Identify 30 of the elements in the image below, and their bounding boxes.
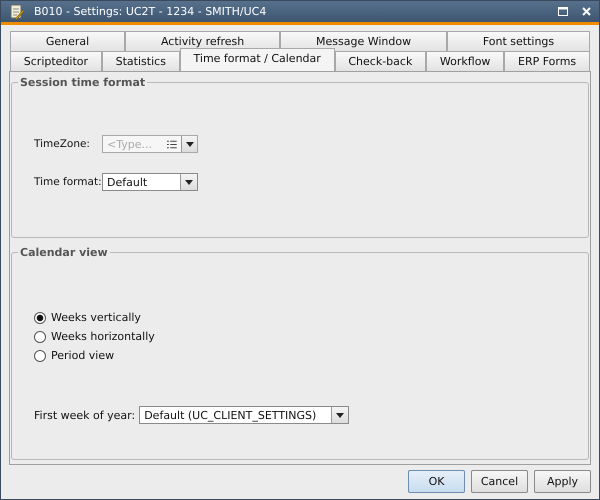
field-label: TimeZone:: [34, 138, 91, 150]
time-format-select[interactable]: Default: [102, 173, 198, 191]
tab[interactable]: General: [10, 31, 126, 51]
tab[interactable]: Statistics: [102, 51, 180, 71]
tab[interactable]: Workflow: [426, 51, 504, 71]
tab[interactable]: Scripteditor: [10, 51, 102, 71]
maximize-icon[interactable]: [558, 7, 568, 16]
tab[interactable]: ERP Forms: [504, 51, 590, 71]
radio-button[interactable]: [34, 312, 46, 324]
tab[interactable]: Font settings: [446, 31, 590, 51]
radio-button[interactable]: [34, 350, 46, 362]
dialog-button[interactable]: OK: [408, 470, 465, 493]
group-title: Session time format: [19, 76, 146, 89]
window-title: B010 - Settings: UC2T - 1234 - SMITH/UC4: [34, 5, 266, 18]
tab[interactable]: Message Window: [280, 31, 447, 51]
radio-option[interactable]: Weeks horizontally: [34, 330, 566, 343]
close-icon[interactable]: [582, 7, 591, 16]
radio-button[interactable]: [34, 330, 46, 342]
dialog-button[interactable]: Apply: [534, 470, 591, 493]
field-label: First week of year:: [34, 408, 136, 422]
field-label: Time format:: [34, 176, 102, 188]
tab[interactable]: Activity refresh: [125, 31, 280, 51]
tab[interactable]: Time format / Calendar: [180, 48, 335, 71]
notepad-pencil-icon: [10, 4, 24, 20]
first-week-select[interactable]: Default (UC_CLIENT_SETTINGS): [139, 406, 350, 424]
radio-option[interactable]: Weeks vertically: [34, 311, 566, 324]
radio-option[interactable]: Period view: [34, 349, 566, 362]
group-title: Calendar view: [19, 246, 109, 259]
tab[interactable]: Check-back: [334, 51, 426, 71]
dialog-button[interactable]: Cancel: [471, 470, 528, 493]
